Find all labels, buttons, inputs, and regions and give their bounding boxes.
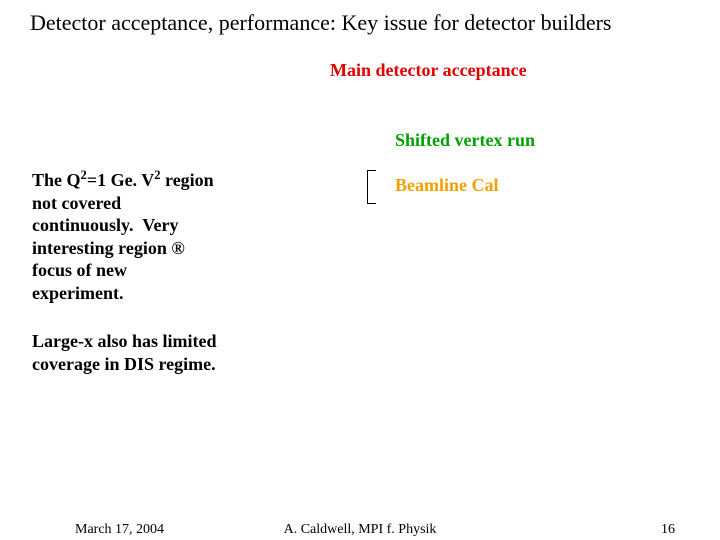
- paragraph-q2-region: The Q2=1 Ge. V2 region not covered conti…: [32, 168, 222, 304]
- label-shifted-vertex: Shifted vertex run: [395, 130, 535, 151]
- text-fragment: =1 Ge. V: [87, 170, 154, 190]
- footer-author: A. Caldwell, MPI f. Physik: [0, 522, 720, 538]
- footer-page-number: 16: [661, 522, 675, 538]
- text-fragment: The Q: [32, 170, 81, 190]
- label-beamline-cal: Beamline Cal: [395, 175, 499, 196]
- label-main-acceptance: Main detector acceptance: [330, 60, 527, 81]
- slide-title: Detector acceptance, performance: Key is…: [30, 10, 720, 36]
- paragraph-large-x: Large-x also has limited coverage in DIS…: [32, 330, 222, 375]
- bracket-icon: [367, 170, 376, 204]
